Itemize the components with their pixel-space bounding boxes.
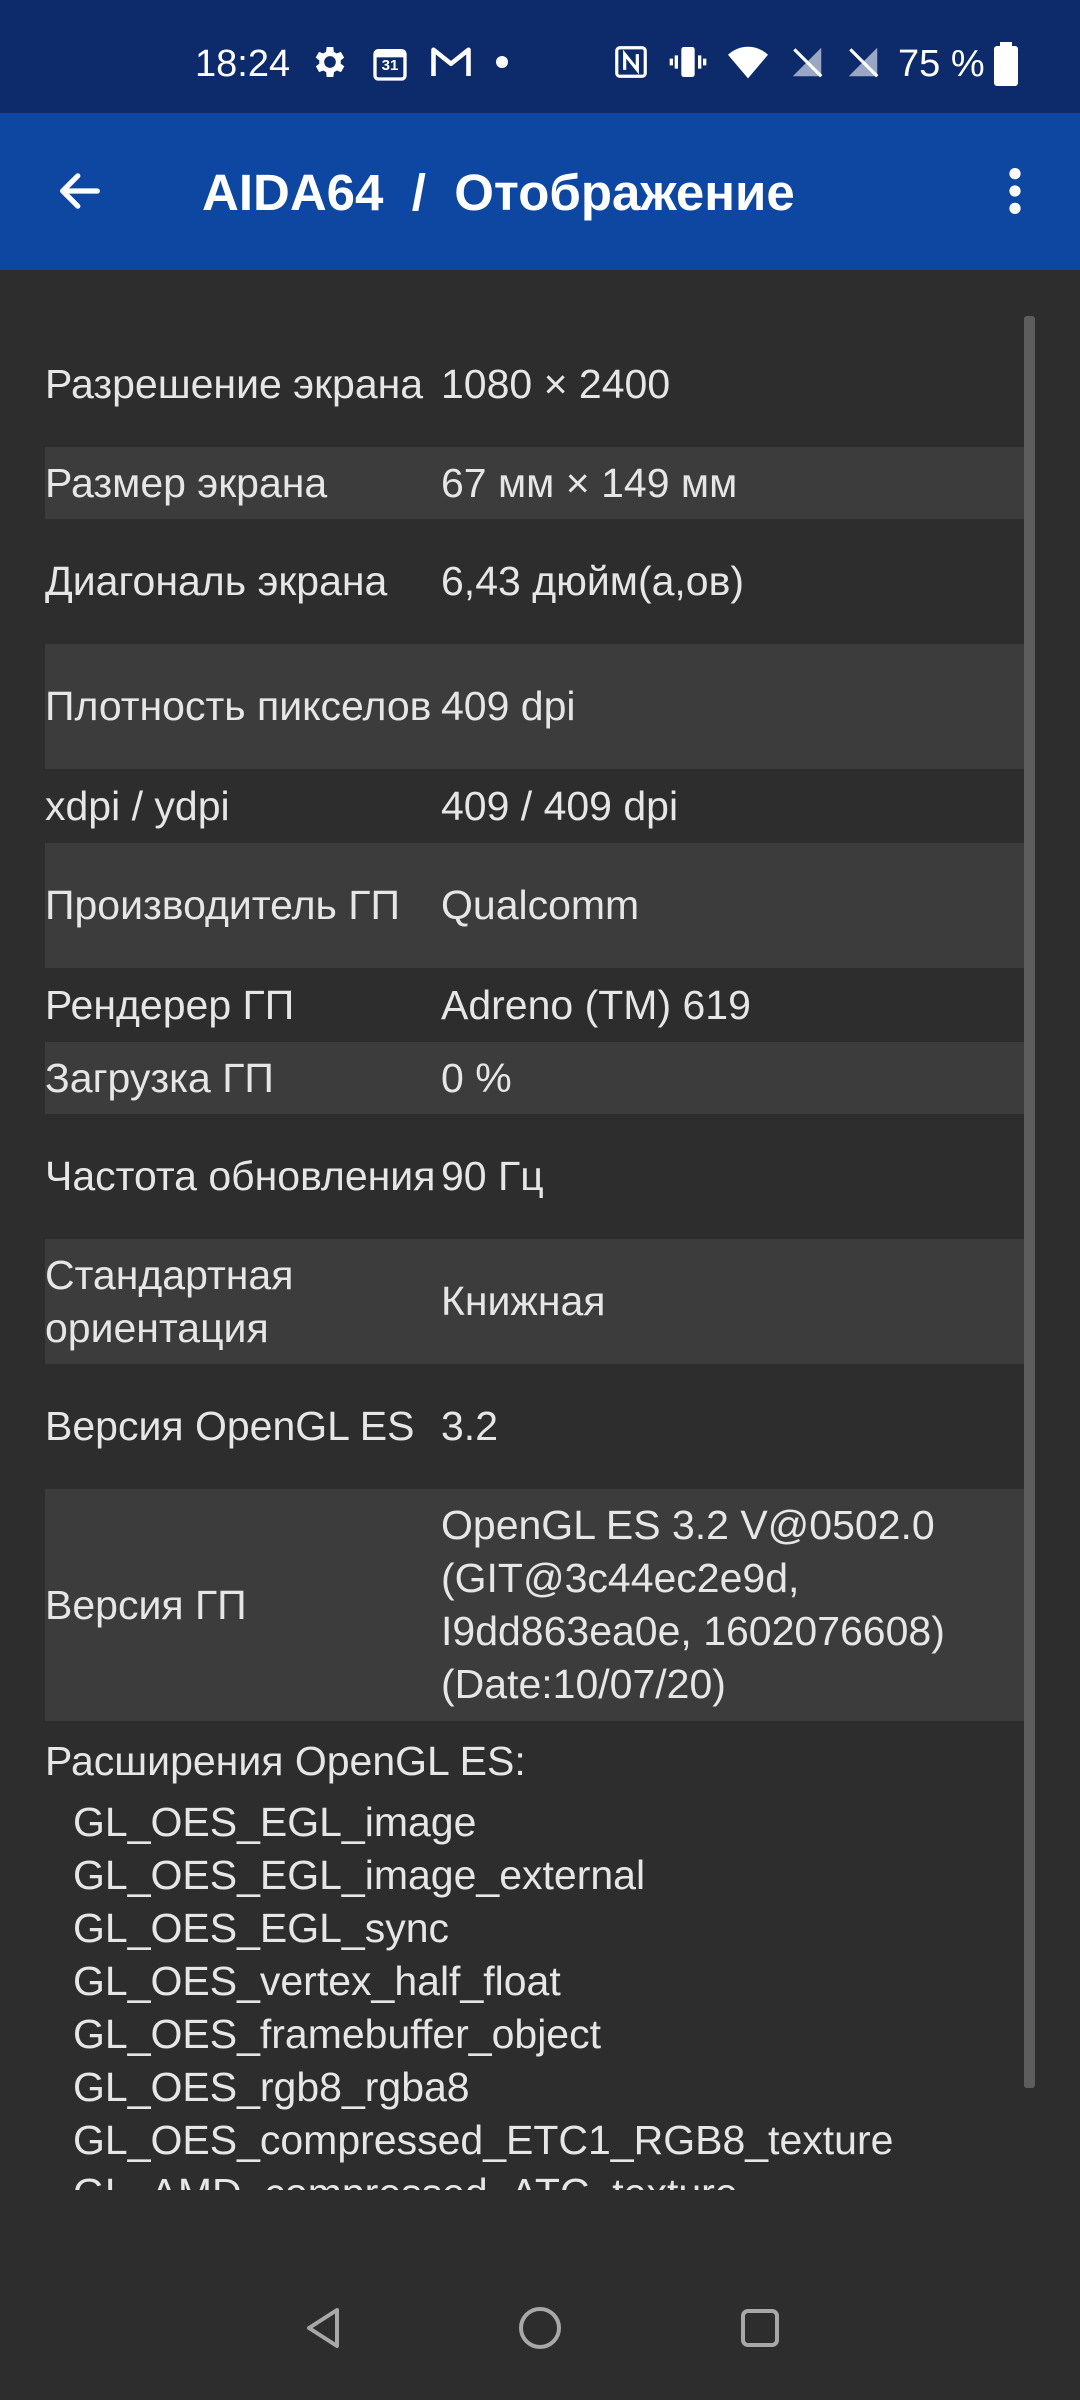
calendar-day: 31 bbox=[381, 57, 399, 74]
row-value: 1080 × 2400 bbox=[441, 361, 671, 407]
row-label: Диагональ экрана bbox=[45, 558, 388, 604]
gmail-icon bbox=[430, 44, 472, 85]
nfc-icon bbox=[612, 43, 650, 86]
app-bar: AIDA64 / Отображение bbox=[0, 113, 1080, 270]
page-title: AIDA64 / Отображение bbox=[202, 164, 795, 221]
extensions-list: GL_OES_EGL_image GL_OES_EGL_image_extern… bbox=[73, 1796, 893, 2220]
row-label: Плотность пикселов bbox=[45, 683, 432, 729]
back-button[interactable] bbox=[40, 153, 120, 233]
gear-icon bbox=[310, 42, 350, 87]
circle-home-icon bbox=[516, 2304, 564, 2357]
row-value: Qualcomm bbox=[441, 882, 640, 928]
status-right-icons bbox=[612, 40, 882, 88]
table-row: xdpi / ydpi 409 / 409 dpi bbox=[45, 769, 1033, 843]
row-label: xdpi / ydpi bbox=[45, 782, 230, 829]
triangle-back-icon bbox=[299, 2304, 347, 2357]
navigation-bar bbox=[0, 2190, 1080, 2400]
table-row: Версия OpenGL ES 3.2 bbox=[45, 1364, 1033, 1489]
table-row: Версия ГП OpenGL ES 3.2 V@0502.0 (GIT@3c… bbox=[45, 1489, 1033, 1721]
table-row: Плотность пикселов 409 dpi bbox=[45, 644, 1033, 769]
row-label: Версия ГП bbox=[45, 1581, 247, 1628]
extensions-title: Расширения OpenGL ES: bbox=[45, 1738, 526, 1784]
table-row: Размер экрана 67 мм × 149 мм bbox=[45, 447, 1033, 519]
list-item: GL_OES_compressed_ETC1_RGB8_texture bbox=[73, 2117, 894, 2163]
dot-icon bbox=[492, 52, 512, 77]
nav-recents-button[interactable] bbox=[720, 2290, 800, 2370]
row-value: 0 % bbox=[441, 1054, 512, 1101]
no-signal-icon bbox=[788, 43, 826, 86]
list-item: GL_OES_EGL_sync bbox=[73, 1905, 450, 1951]
row-value: 6,43 дюйм(а,ов) bbox=[441, 558, 745, 604]
more-vert-icon bbox=[1008, 165, 1022, 222]
battery-percent: 75 % bbox=[898, 43, 985, 85]
status-time: 18:24 bbox=[195, 43, 291, 85]
row-label: Размер экрана bbox=[45, 459, 328, 506]
table-row: Производитель ГП Qualcomm bbox=[45, 843, 1033, 968]
list-item: GL_OES_EGL_image bbox=[73, 1799, 477, 1845]
list-item: GL_OES_EGL_image_external bbox=[73, 1852, 646, 1898]
row-label: Стандартная ориентация bbox=[45, 1251, 294, 1351]
row-value: 67 мм × 149 мм bbox=[441, 459, 738, 506]
nav-home-button[interactable] bbox=[500, 2290, 580, 2370]
row-label: Загрузка ГП bbox=[45, 1054, 274, 1101]
table-row: Загрузка ГП 0 % bbox=[45, 1042, 1033, 1114]
vibrate-icon bbox=[668, 42, 708, 87]
row-label: Рендерер ГП bbox=[45, 981, 295, 1028]
row-value: 409 dpi bbox=[441, 683, 576, 729]
content-area[interactable]: Разрешение экрана 1080 × 2400 Размер экр… bbox=[0, 270, 1080, 2216]
square-recents-icon bbox=[736, 2304, 784, 2357]
row-label: Частота обновления bbox=[45, 1153, 436, 1199]
nav-back-button[interactable] bbox=[283, 2290, 363, 2370]
overflow-menu-button[interactable] bbox=[990, 153, 1040, 233]
list-item: GL_OES_framebuffer_object bbox=[73, 2011, 601, 2057]
row-label: Разрешение экрана bbox=[45, 361, 424, 407]
status-left-icons: 31 bbox=[310, 40, 512, 88]
row-label: Производитель ГП bbox=[45, 882, 400, 928]
list-item: GL_OES_vertex_half_float bbox=[73, 1958, 561, 2004]
table-row: Частота обновления 90 Гц bbox=[45, 1114, 1033, 1239]
table-row: Диагональ экрана 6,43 дюйм(а,ов) bbox=[45, 519, 1033, 644]
row-value: 3.2 bbox=[441, 1403, 498, 1449]
arrow-back-icon bbox=[54, 165, 106, 222]
table-row: Стандартная ориентация Книжная bbox=[45, 1239, 1033, 1364]
info-table: Разрешение экрана 1080 × 2400 Размер экр… bbox=[45, 322, 1033, 1721]
row-value: OpenGL ES 3.2 V@0502.0 (GIT@3c44ec2e9d, … bbox=[441, 1502, 945, 1707]
row-value: Книжная bbox=[441, 1278, 606, 1324]
list-item: GL_OES_rgb8_rgba8 bbox=[73, 2064, 470, 2110]
table-row: Разрешение экрана 1080 × 2400 bbox=[45, 322, 1033, 447]
scrollbar[interactable] bbox=[1024, 316, 1035, 2088]
calendar-icon: 31 bbox=[370, 44, 410, 84]
no-signal-icon bbox=[844, 43, 882, 86]
battery-icon bbox=[992, 42, 1020, 91]
wifi-icon bbox=[726, 42, 770, 87]
row-label: Версия OpenGL ES bbox=[45, 1403, 415, 1449]
row-value: Adreno (TM) 619 bbox=[441, 981, 751, 1028]
status-bar: 18:24 31 75 % bbox=[0, 0, 1080, 113]
row-value: 90 Гц bbox=[441, 1153, 544, 1199]
table-row: Рендерер ГП Adreno (TM) 619 bbox=[45, 968, 1033, 1042]
row-value: 409 / 409 dpi bbox=[441, 782, 679, 829]
